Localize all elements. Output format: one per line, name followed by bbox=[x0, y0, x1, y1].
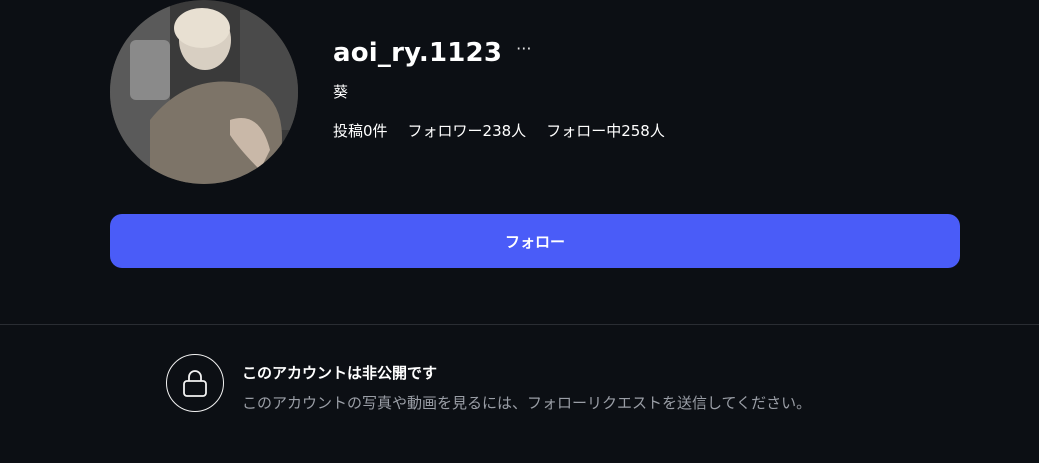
avatar-photo bbox=[110, 0, 298, 184]
following-count[interactable]: フォロー中258人 bbox=[546, 120, 665, 141]
username: aoi_ry.1123 bbox=[333, 38, 503, 68]
more-options-icon[interactable]: ··· bbox=[516, 41, 531, 57]
private-account-title: このアカウントは非公開です bbox=[242, 364, 438, 382]
private-account-description: このアカウントの写真や動画を見るには、フォローリクエストを送信してください。 bbox=[242, 394, 812, 412]
divider bbox=[0, 324, 1039, 325]
followers-count[interactable]: フォロワー238人 bbox=[408, 120, 527, 141]
display-name: 葵 bbox=[333, 83, 349, 101]
lock-icon bbox=[183, 370, 207, 397]
follow-button[interactable]: フォロー bbox=[110, 214, 960, 268]
posts-count: 投稿0件 bbox=[333, 122, 388, 140]
avatar[interactable] bbox=[110, 0, 298, 184]
profile-stats: 投稿0件 フォロワー238人 フォロー中258人 bbox=[333, 120, 685, 141]
profile-page: aoi_ry.1123 ··· 葵 投稿0件 フォロワー238人 フォロー中25… bbox=[0, 0, 1039, 463]
username-row: aoi_ry.1123 ··· bbox=[333, 38, 531, 68]
lock-icon-container bbox=[166, 354, 224, 412]
